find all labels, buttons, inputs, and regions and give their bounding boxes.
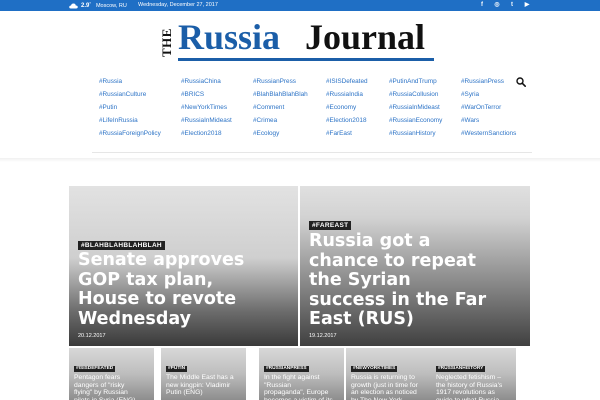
city-label: Moscow, RU <box>95 2 127 9</box>
tag-link[interactable]: #RussianCulture <box>99 91 146 98</box>
article-card[interactable]: #RUSSIANPRESS In the fight against "Russia… <box>259 348 344 400</box>
tag-link[interactable]: #Election2018 <box>181 130 222 137</box>
tag-menu: #Russia #RussiaChina #RussianPress #ISISDef… <box>99 78 539 142</box>
weather-widget: 2.9° Moscow, RU <box>69 0 127 11</box>
category-badge[interactable]: #ISISDEFEATED <box>74 366 116 372</box>
tag-link[interactable]: #BRICS <box>181 91 204 98</box>
cloud-icon <box>69 3 78 9</box>
menu-divider <box>92 152 532 153</box>
card-title[interactable]: Pentagon fears dangers of "risky flying" b… <box>74 374 151 400</box>
tag-link[interactable]: #Crimea <box>253 117 277 124</box>
tag-link[interactable]: #Russia <box>99 78 122 85</box>
tag-link[interactable]: #RussianEconomy <box>389 117 442 124</box>
site-logo[interactable]: THE Russia Journal <box>158 18 438 64</box>
page: 2.9° Moscow, RU Wednesday, December 27, … <box>0 0 600 400</box>
tag-link[interactable]: #RussianHistory <box>389 130 436 137</box>
tag-link[interactable]: #RussiaCollusion <box>389 91 438 98</box>
article-card[interactable]: #RUSSIANHISTORY Neglected fetishism – the … <box>431 348 516 400</box>
card-title[interactable]: Russia is returning to growth (just in ti… <box>351 374 428 400</box>
category-badge[interactable]: #FAREAST <box>309 221 352 230</box>
tag-link[interactable]: #Putin <box>99 104 117 111</box>
featured-title[interactable]: Senate approves GOP tax plan, House to r… <box>78 250 244 329</box>
logo-underline <box>178 58 434 61</box>
tag-link[interactable]: #RussianPress <box>461 78 504 85</box>
featured-article-1[interactable]: #BLAHBLAHBLAHBLAH Senate approves GOP ta… <box>69 186 298 346</box>
tag-link[interactable]: #Economy <box>326 104 356 111</box>
tag-link[interactable]: #RussiaIndia <box>326 91 363 98</box>
category-badge[interactable]: #NEWYORKTIMES <box>351 366 398 372</box>
search-icon[interactable] <box>516 77 526 87</box>
header-shadow <box>0 158 600 162</box>
article-card[interactable]: #PUTIN The Middle East has a new kingpin: … <box>161 348 246 400</box>
tag-link[interactable]: #Wars <box>461 117 479 124</box>
tag-link[interactable]: #RussiaChina <box>181 78 221 85</box>
tag-link[interactable]: #Comment <box>253 104 284 111</box>
category-badge[interactable]: #RUSSIANPRESS <box>264 366 309 372</box>
tag-link[interactable]: #RussiaInMideast <box>389 104 440 111</box>
category-badge[interactable]: #PUTIN <box>166 366 188 372</box>
facebook-icon[interactable]: f <box>479 0 485 11</box>
tag-link[interactable]: #RussiaForeignPolicy <box>99 130 161 137</box>
tag-link[interactable]: #WesternSanctions <box>461 130 516 137</box>
tag-link[interactable]: #PutinAndTrump <box>389 78 437 85</box>
tag-link[interactable]: #Election2018 <box>326 117 367 124</box>
tag-link[interactable]: #BlahBlahBlahBlah <box>253 91 308 98</box>
logo-russia: Russia <box>178 17 281 57</box>
tag-link[interactable]: #RussiaInMideast <box>181 117 232 124</box>
article-date: 19.12.2017 <box>309 333 337 339</box>
social-links: f ◎ t ▶ <box>479 0 530 11</box>
category-badge[interactable]: #RUSSIANHISTORY <box>436 366 486 372</box>
tag-link[interactable]: #FarEast <box>326 130 352 137</box>
featured-title[interactable]: Russia got a chance to repeat the Syrian… <box>309 231 486 330</box>
logo-the: THE <box>159 28 174 57</box>
tag-link[interactable]: #NewYorkTimes <box>181 104 227 111</box>
card-title[interactable]: Neglected fetishism – the history of Russ… <box>436 374 513 400</box>
category-badge[interactable]: #BLAHBLAHBLAHBLAH <box>78 241 165 250</box>
tag-link[interactable]: #RussianPress <box>253 78 296 85</box>
tag-link[interactable]: #Syria <box>461 91 479 98</box>
card-title[interactable]: In the fight against "Russian propaganda",… <box>264 374 341 400</box>
tag-link[interactable]: #LifeInRussia <box>99 117 138 124</box>
top-bar: 2.9° Moscow, RU Wednesday, December 27, … <box>0 0 600 11</box>
logo-journal: Journal <box>305 17 426 57</box>
temperature: 2.9° <box>81 0 91 9</box>
article-card[interactable]: #NEWYORKTIMES Russia is returning to growt… <box>346 348 431 400</box>
card-title[interactable]: The Middle East has a new kingpin: Vladim… <box>166 374 243 397</box>
instagram-icon[interactable]: ◎ <box>494 0 500 11</box>
current-date: Wednesday, December 27, 2017 <box>138 2 218 8</box>
article-date: 20.12.2017 <box>78 333 106 339</box>
article-card[interactable]: #ISISDEFEATED Pentagon fears dangers of "r… <box>69 348 154 400</box>
featured-article-2[interactable]: #FAREAST Russia got a chance to repeat t… <box>300 186 530 346</box>
twitter-icon[interactable]: t <box>509 0 515 11</box>
tag-link[interactable]: #ISISDefeated <box>326 78 368 85</box>
tag-link[interactable]: #Ecology <box>253 130 279 137</box>
youtube-icon[interactable]: ▶ <box>524 0 530 11</box>
tag-link[interactable]: #WarOnTerror <box>461 104 501 111</box>
